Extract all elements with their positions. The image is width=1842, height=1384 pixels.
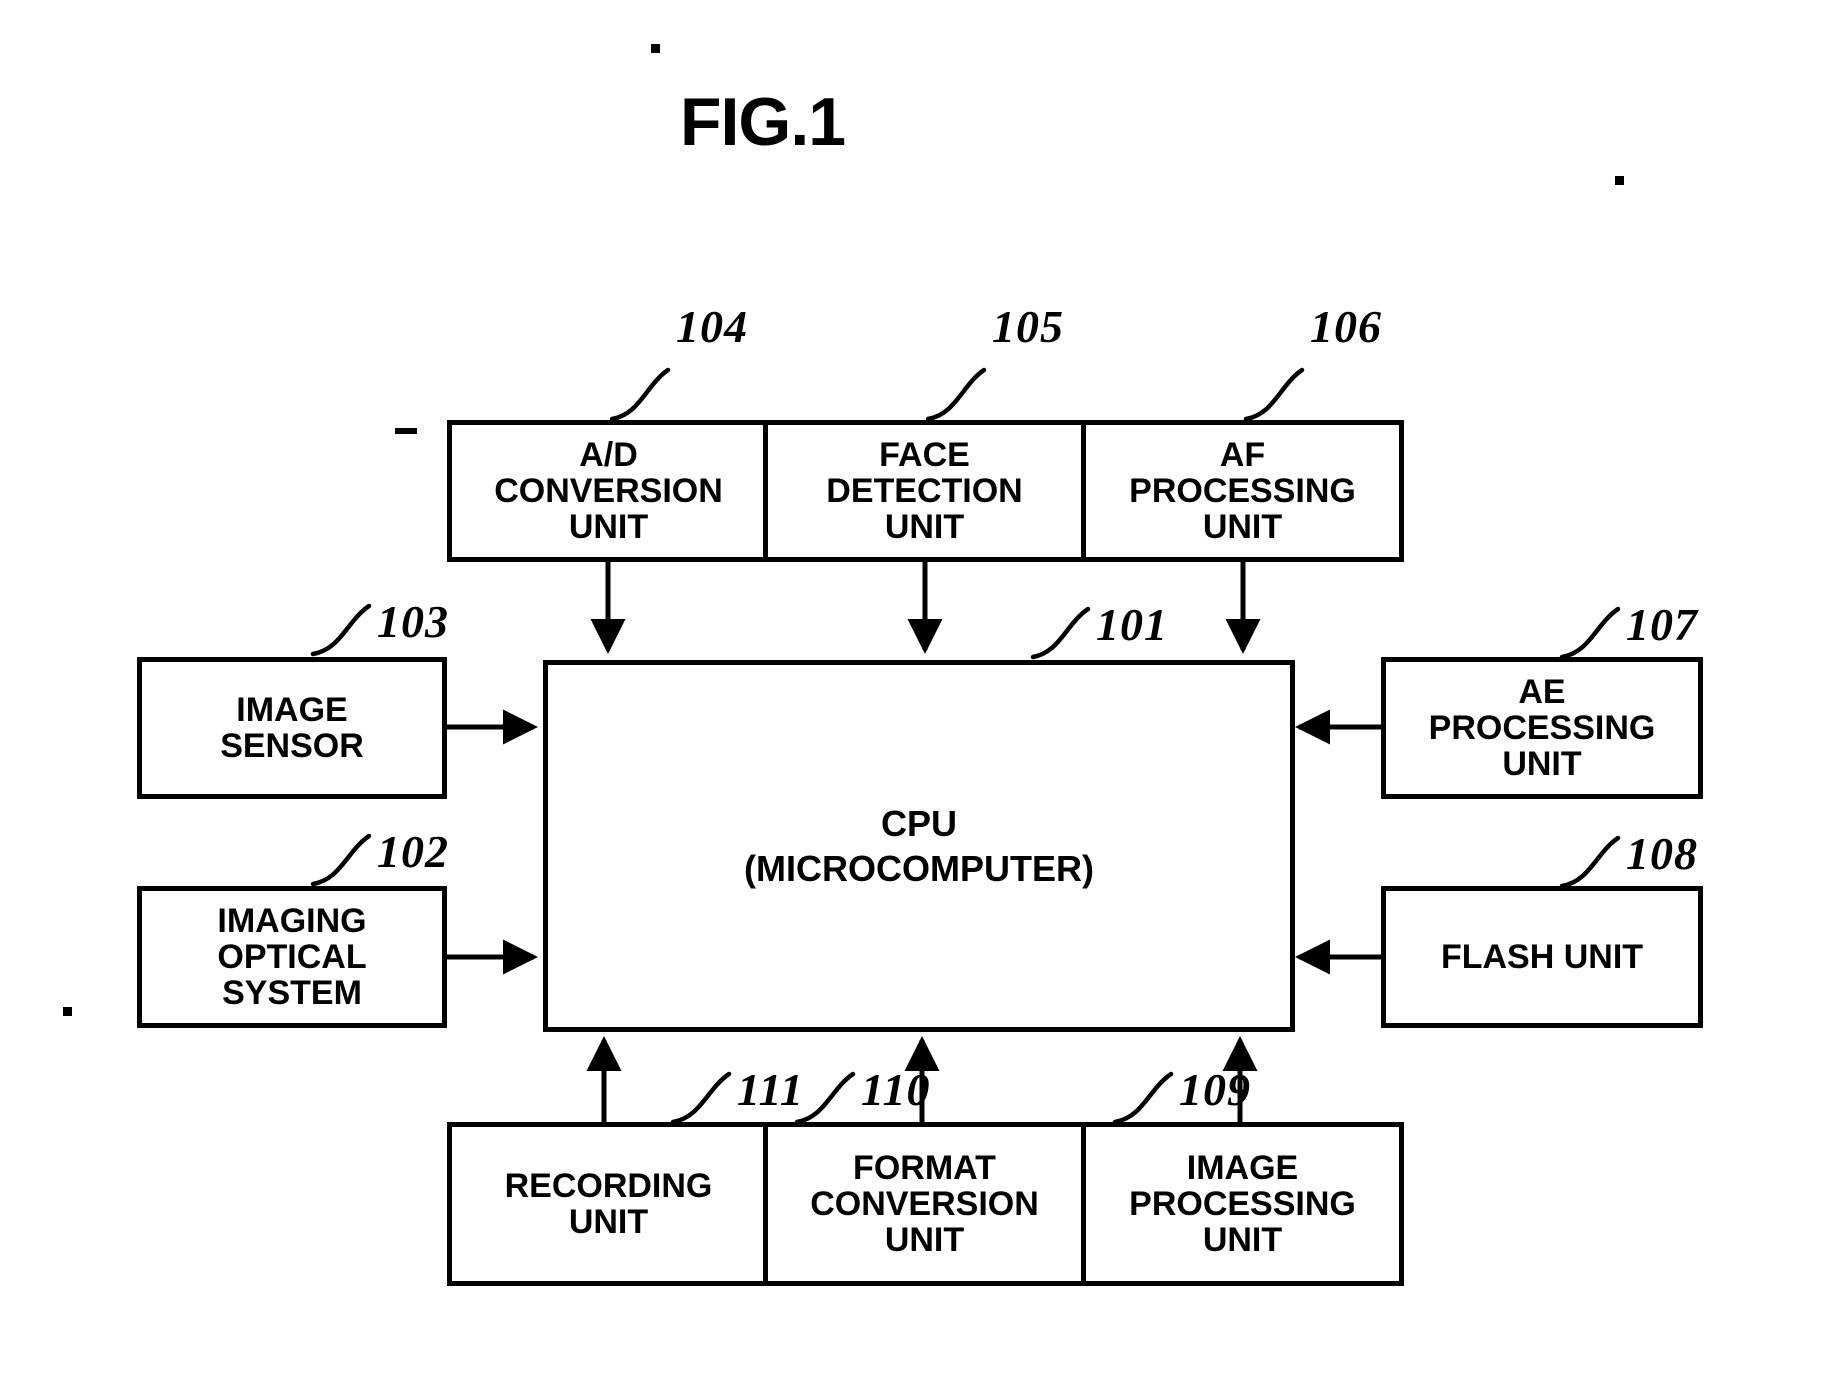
ref-numeral-110: 110	[861, 1064, 931, 1115]
block-face-detection-unit[interactable]: FACE DETECTION UNIT	[763, 420, 1086, 562]
leader-101	[1030, 606, 1091, 660]
ref-numeral-103: 103	[377, 596, 449, 647]
block-ad-conversion-unit[interactable]: A/D CONVERSION UNIT	[447, 420, 770, 562]
block-label: IMAGE PROCESSING UNIT	[1129, 1148, 1356, 1260]
block-af-processing-unit[interactable]: AF PROCESSING UNIT	[1081, 420, 1404, 562]
block-format-conversion-unit[interactable]: FORMAT CONVERSION UNIT	[763, 1122, 1086, 1286]
figure-title: FIG.1	[680, 84, 846, 160]
leader-103	[310, 603, 372, 657]
block-label: IMAGE SENSOR	[220, 690, 364, 765]
block-image-sensor[interactable]: IMAGE SENSOR	[137, 657, 447, 799]
leader-109	[1112, 1071, 1174, 1125]
ref-numeral-107: 107	[1626, 599, 1698, 650]
leader-104	[609, 367, 671, 422]
scan-speck	[651, 44, 660, 53]
ref-numeral-106: 106	[1310, 301, 1382, 352]
leader-107	[1559, 606, 1621, 660]
block-ae-processing-unit[interactable]: AE PROCESSING UNIT	[1381, 657, 1703, 799]
block-label: AE PROCESSING UNIT	[1428, 672, 1656, 784]
block-label: IMAGING OPTICAL SYSTEM	[217, 901, 367, 1013]
scan-speck	[395, 428, 417, 434]
block-label: FLASH UNIT	[1440, 937, 1644, 976]
leader-102	[310, 833, 372, 887]
leader-111	[670, 1071, 732, 1125]
block-imaging-optical-system[interactable]: IMAGING OPTICAL SYSTEM	[137, 886, 447, 1028]
block-recording-unit[interactable]: RECORDING UNIT	[447, 1122, 770, 1286]
block-label: FORMAT CONVERSION UNIT	[810, 1148, 1039, 1260]
block-label: RECORDING UNIT	[504, 1166, 713, 1241]
ref-numeral-104: 104	[676, 301, 748, 352]
leader-105	[925, 367, 987, 422]
block-flash-unit[interactable]: FLASH UNIT	[1381, 886, 1703, 1028]
block-label: FACE DETECTION UNIT	[826, 435, 1023, 547]
block-cpu[interactable]: CPU (MICROCOMPUTER)	[543, 660, 1295, 1032]
scan-speck	[63, 1007, 72, 1016]
ref-numeral-109: 109	[1179, 1064, 1251, 1115]
ref-numeral-105: 105	[992, 301, 1064, 352]
figure-page: FIG.1 104 105 106 101 103 102 107 108 10…	[0, 0, 1842, 1384]
block-label: A/D CONVERSION UNIT	[494, 435, 723, 547]
ref-numeral-101: 101	[1096, 599, 1168, 650]
leader-106	[1243, 367, 1305, 422]
leader-110	[794, 1071, 856, 1125]
ref-numeral-102: 102	[377, 826, 449, 877]
scan-speck	[1615, 176, 1624, 185]
block-image-processing-unit[interactable]: IMAGE PROCESSING UNIT	[1081, 1122, 1404, 1286]
ref-numeral-108: 108	[1626, 828, 1698, 879]
ref-numeral-111: 111	[737, 1064, 804, 1115]
block-label: CPU (MICROCOMPUTER)	[744, 803, 1094, 889]
block-label: AF PROCESSING UNIT	[1129, 435, 1356, 547]
leader-108	[1559, 835, 1621, 889]
